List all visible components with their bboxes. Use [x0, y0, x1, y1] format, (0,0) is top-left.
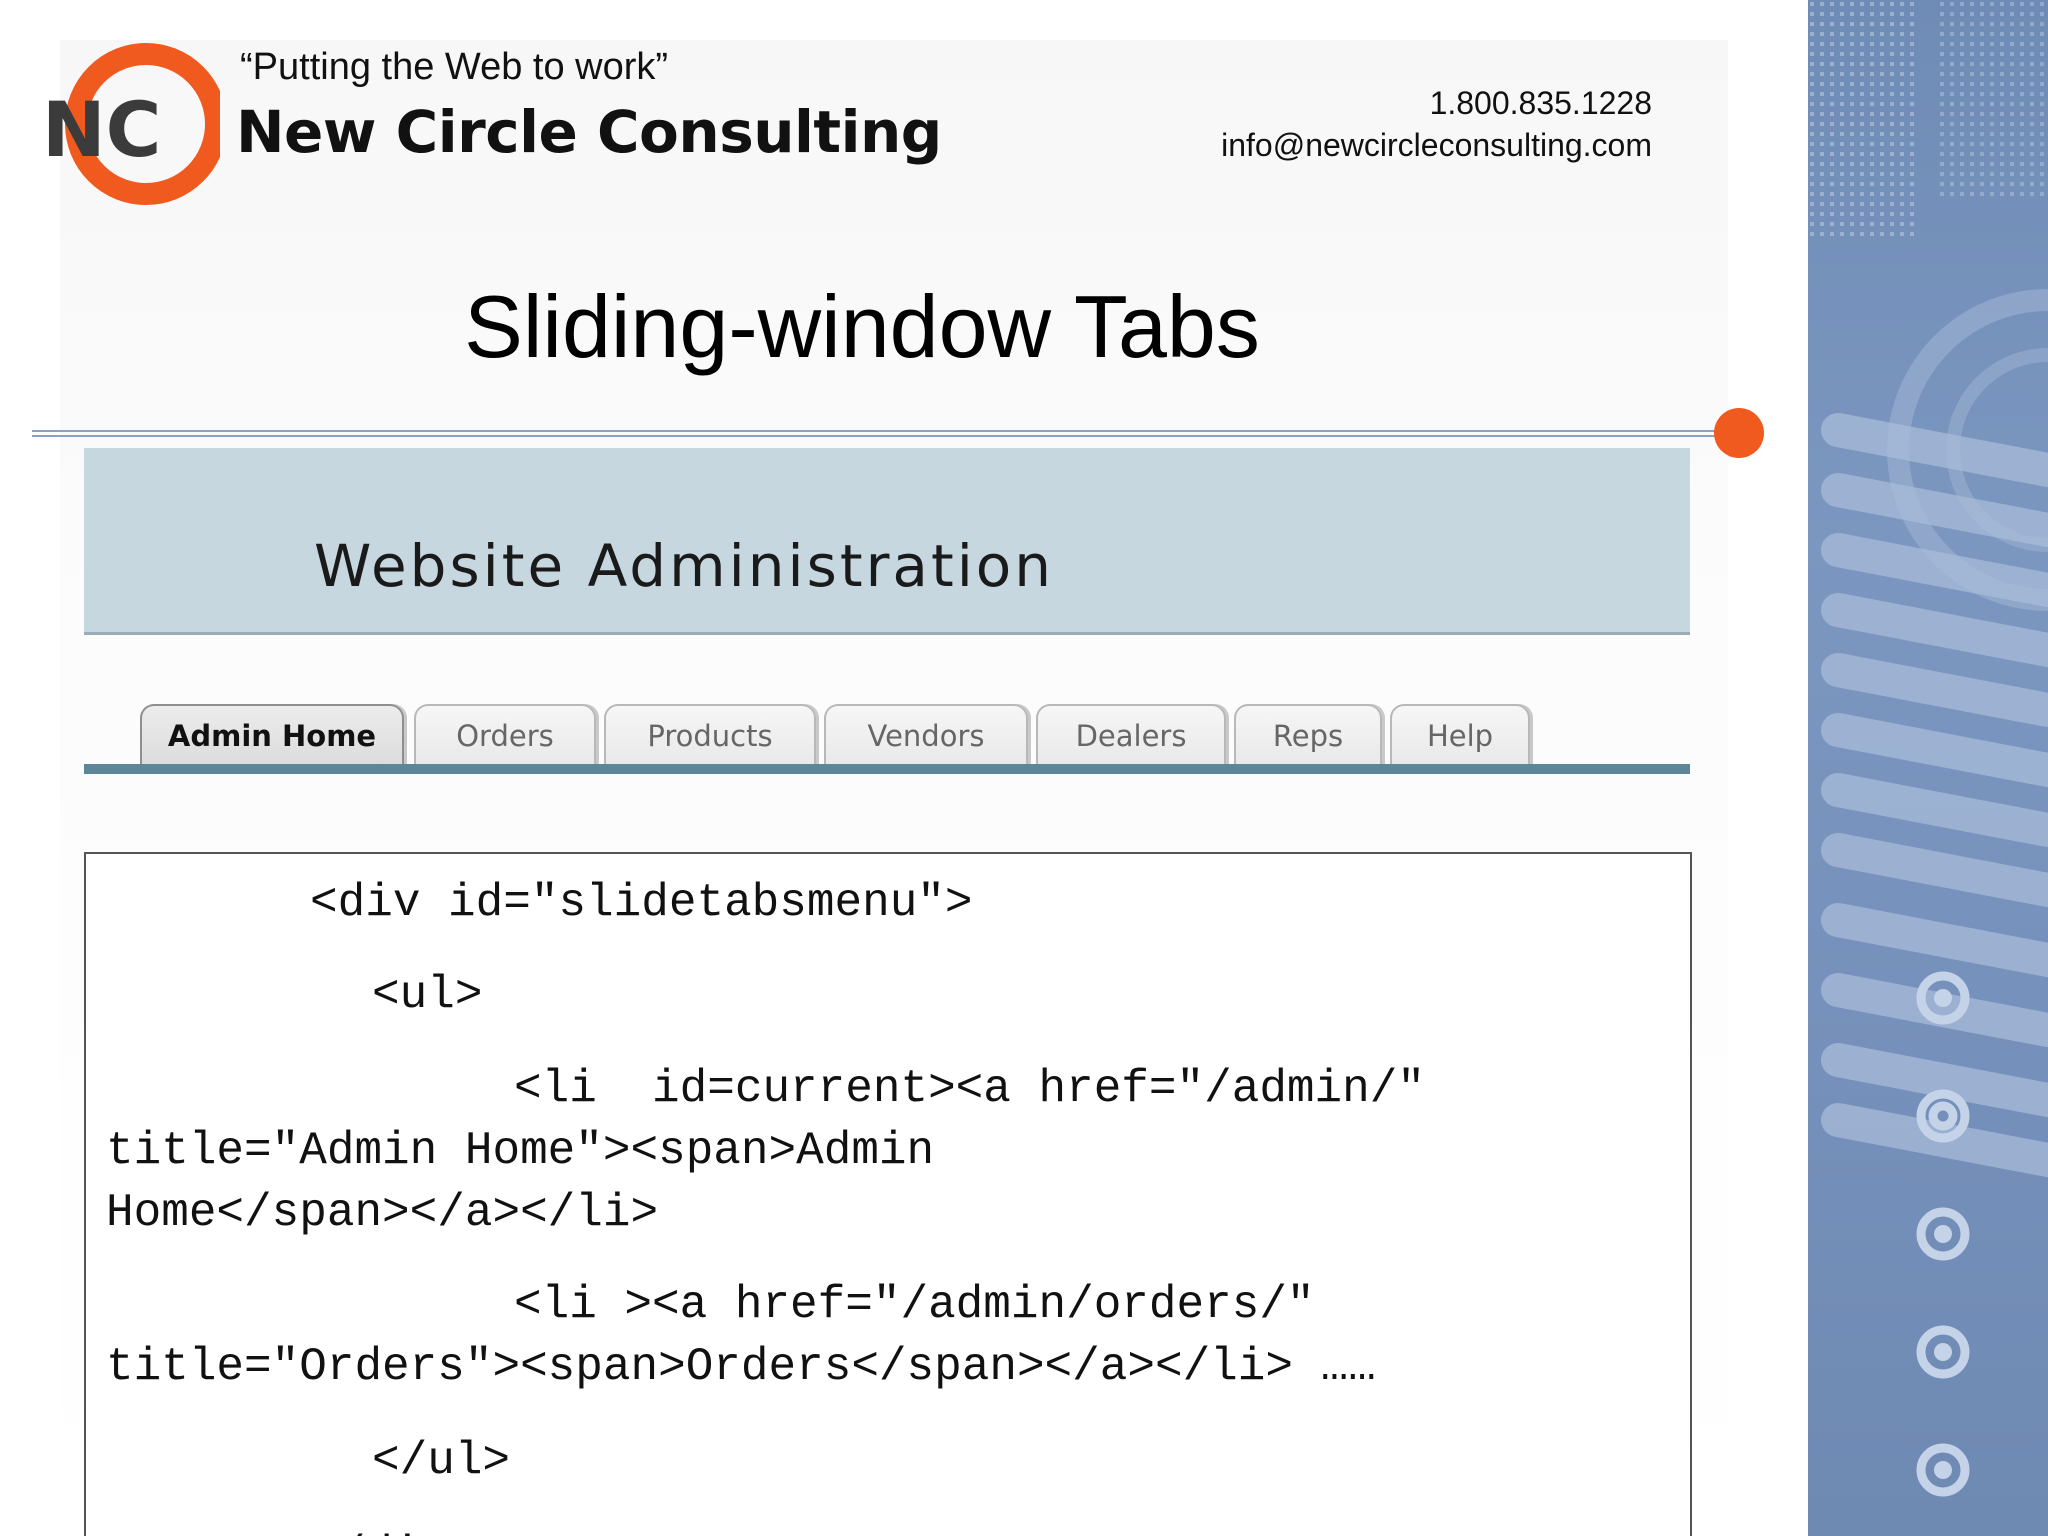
phone-number: 1.800.835.1228: [1429, 85, 1652, 121]
code-line: </ul>: [372, 1435, 511, 1487]
slide: NC “Putting the Web to work” New Circle …: [0, 0, 2048, 1536]
tab-label: Admin Home: [167, 719, 377, 753]
contact-info: 1.800.835.1228 info@newcircleconsulting.…: [1221, 82, 1652, 166]
tab-help[interactable]: Help: [1390, 704, 1530, 764]
tab-admin-home[interactable]: Admin Home: [140, 704, 404, 764]
admin-banner: Website Administration: [84, 448, 1690, 635]
email-address: info@newcircleconsulting.com: [1221, 127, 1652, 163]
company-logo-icon: NC: [42, 43, 220, 205]
tab-label: Products: [647, 719, 773, 753]
tabs-menu: Admin Home Orders Products Vendors Deale…: [84, 700, 1690, 774]
code-line: title="Admin Home"><span>Admin: [106, 1125, 935, 1177]
panel-pattern-graphic: [1808, 0, 2048, 1497]
tab-vendors[interactable]: Vendors: [824, 704, 1028, 764]
tab-label: Dealers: [1075, 719, 1187, 753]
title-divider: [32, 430, 1732, 438]
code-line: title="Orders"><span>Orders</span></a></…: [106, 1341, 1376, 1393]
tagline: “Putting the Web to work”: [240, 46, 669, 88]
code-box: <div id="slidetabsmenu"> <ul> <li id=cur…: [84, 852, 1692, 1536]
tab-label: Reps: [1272, 719, 1344, 753]
code-line: <div id="slidetabsmenu">: [310, 877, 973, 929]
tab-label: Help: [1426, 719, 1494, 753]
code-line: <ul>: [372, 969, 483, 1021]
tab-label: Orders: [456, 719, 554, 753]
code-line: <li ><a href="/admin/orders/": [514, 1279, 1315, 1331]
code-line: Home</span></a></li>: [106, 1187, 659, 1239]
code-line: </div>: [310, 1524, 476, 1536]
tab-dealers[interactable]: Dealers: [1036, 704, 1226, 764]
divider-dot-icon: [1714, 408, 1764, 458]
tab-reps[interactable]: Reps: [1234, 704, 1382, 764]
code-line: <li id=current><a href="/admin/": [514, 1063, 1425, 1115]
logo-initials: NC: [42, 85, 161, 174]
company-name: New Circle Consulting: [236, 98, 942, 166]
tab-orders[interactable]: Orders: [414, 704, 596, 764]
tab-products[interactable]: Products: [604, 704, 816, 764]
admin-banner-title: Website Administration: [314, 532, 1055, 600]
decorative-side-panel: [1808, 0, 2048, 1536]
tab-label: Vendors: [867, 719, 985, 753]
slide-title: Sliding-window Tabs: [464, 277, 1260, 376]
